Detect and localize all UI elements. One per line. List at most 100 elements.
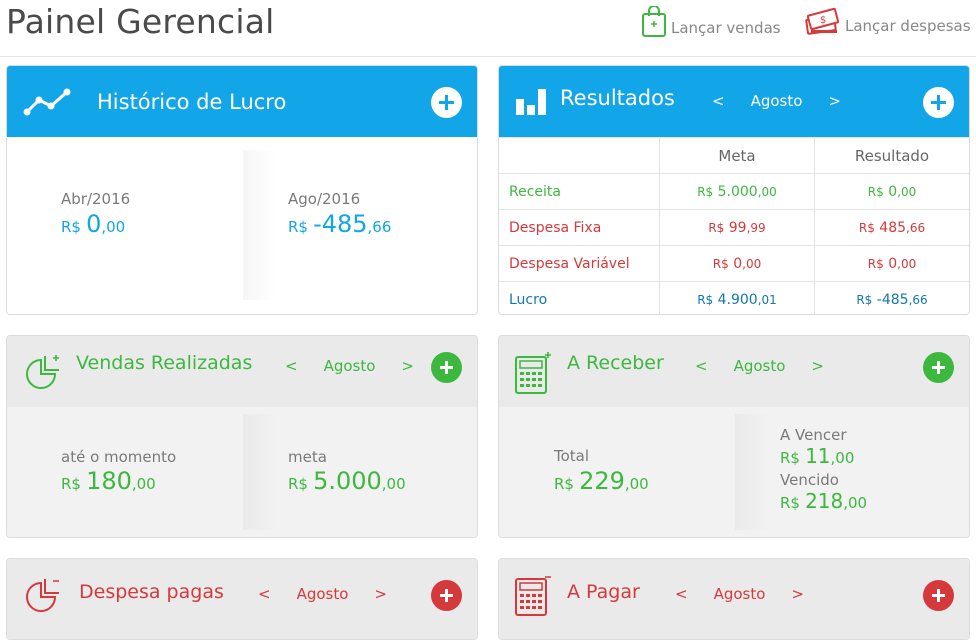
receber-add-button[interactable] (923, 352, 954, 383)
money-cash-icon: $ (803, 6, 841, 36)
vendas-month-nav: < Agosto > (281, 357, 418, 375)
pagar-header: A Pagar < Agosto > (499, 559, 969, 639)
resultado-cell: R$ 0,00 (814, 173, 969, 210)
plus-icon (931, 95, 946, 110)
despesas-pagas-card: Despesa pagas < Agosto > (6, 558, 478, 640)
meta-cell: R$ 99,99 (659, 209, 815, 246)
page-title: Painel Gerencial (6, 2, 275, 41)
resultados-month-nav: < Agosto > (708, 92, 845, 110)
historico-right-value: R$ -485,66 (288, 210, 392, 238)
table-row: Lucro R$ 4.900,01 R$ -485,66 (499, 281, 969, 314)
column-header-resultado: Resultado (814, 137, 969, 174)
plus-icon (932, 589, 945, 602)
historico-lucro-card: Histórico de Lucro Abr/2016 R$ 0,00 Ago/… (6, 65, 478, 315)
column-divider (243, 150, 277, 300)
a-receber-card: A Receber < Agosto > Total R$ 229,00 A V… (498, 335, 970, 538)
column-header-meta: Meta (659, 137, 815, 174)
plus-icon (932, 361, 945, 374)
despesas-add-button[interactable] (431, 580, 462, 611)
resultados-card: Resultados < Agosto > Meta Resultado Rec… (498, 65, 970, 315)
receber-total-value: R$ 229,00 (554, 467, 649, 495)
month-label: Agosto (733, 357, 786, 375)
historico-right-period: Ago/2016 (288, 190, 361, 208)
line-chart-icon (23, 86, 77, 122)
vendas-left-value: R$ 180,00 (61, 467, 156, 495)
receber-title: A Receber (567, 352, 664, 374)
column-divider (243, 414, 277, 530)
receber-total-label: Total (554, 447, 590, 465)
meta-cell: R$ 4.900,01 (659, 281, 815, 314)
receber-vencido-value: R$ 218,00 (780, 489, 868, 513)
row-label: Despesa Variável (499, 245, 660, 282)
despesas-title: Despesa pagas (79, 581, 224, 603)
table-row: Receita R$ 5.000,00 R$ 0,00 (499, 173, 969, 210)
pagar-month-nav: < Agosto > (671, 585, 808, 603)
receber-vencido-label: Vencido (780, 471, 839, 489)
historico-add-button[interactable] (431, 87, 462, 118)
meta-cell: R$ 0,00 (659, 245, 815, 282)
table-row: Despesa Variável R$ 0,00 R$ 0,00 (499, 245, 969, 282)
svg-text:$: $ (820, 15, 826, 26)
prev-month-button[interactable]: < (281, 357, 302, 375)
pagar-add-button[interactable] (923, 580, 954, 611)
vendas-right-label: meta (288, 448, 327, 466)
vendas-add-button[interactable] (431, 352, 462, 383)
prev-month-button[interactable]: < (691, 357, 712, 375)
lancar-vendas-button[interactable]: Lançar vendas (641, 6, 781, 38)
resultados-table: Meta Resultado Receita R$ 5.000,00 R$ 0,… (499, 137, 969, 314)
table-row: Despesa Fixa R$ 99,99 R$ 485,66 (499, 209, 969, 246)
plus-icon (440, 589, 453, 602)
prev-month-button[interactable]: < (708, 92, 729, 110)
resultado-cell: R$ -485,66 (814, 281, 969, 314)
month-label: Agosto (323, 357, 376, 375)
vendas-header: Vendas Realizadas < Agosto > (7, 336, 477, 407)
plus-icon (440, 361, 453, 374)
next-month-button[interactable]: > (824, 92, 845, 110)
meta-cell: R$ 5.000,00 (659, 173, 815, 210)
month-label: Agosto (296, 585, 349, 603)
lancar-vendas-label: Lançar vendas (671, 19, 781, 37)
month-label: Agosto (750, 92, 803, 110)
historico-left-value: R$ 0,00 (61, 210, 126, 238)
prev-month-button[interactable]: < (671, 585, 692, 603)
month-label: Agosto (713, 585, 766, 603)
next-month-button[interactable]: > (807, 357, 828, 375)
despesas-header: Despesa pagas < Agosto > (7, 559, 477, 639)
historico-left-period: Abr/2016 (61, 190, 131, 208)
calculator-icon (514, 351, 552, 399)
receber-vencer-value: R$ 11,00 (780, 444, 855, 468)
prev-month-button[interactable]: < (254, 585, 275, 603)
lancar-despesas-label: Lançar despesas (845, 17, 971, 35)
resultado-cell: R$ 0,00 (814, 245, 969, 282)
a-pagar-card: A Pagar < Agosto > (498, 558, 970, 640)
bar-chart-icon (515, 85, 547, 121)
table-header-row: Meta Resultado (499, 137, 969, 174)
resultados-header: Resultados < Agosto > (499, 66, 969, 137)
column-header (499, 137, 660, 174)
next-month-button[interactable]: > (370, 585, 391, 603)
historico-lucro-header: Histórico de Lucro (7, 66, 477, 137)
shopping-bag-icon (641, 6, 667, 38)
vendas-right-value: R$ 5.000,00 (288, 467, 406, 495)
receber-vencer-label: A Vencer (780, 426, 847, 444)
calculator-icon (514, 573, 552, 621)
vendas-realizadas-card: Vendas Realizadas < Agosto > até o momen… (6, 335, 478, 538)
vendas-left-label: até o momento (61, 448, 177, 466)
row-label: Despesa Fixa (499, 209, 660, 246)
receber-month-nav: < Agosto > (691, 357, 828, 375)
top-bar: Painel Gerencial Lançar vendas $ Lançar … (0, 0, 976, 57)
resultados-title: Resultados (560, 86, 675, 110)
vendas-title: Vendas Realizadas (76, 352, 253, 374)
historico-lucro-title: Histórico de Lucro (97, 90, 287, 114)
row-label: Lucro (499, 281, 660, 314)
despesas-month-nav: < Agosto > (254, 585, 391, 603)
column-divider (735, 414, 769, 530)
next-month-button[interactable]: > (397, 357, 418, 375)
pagar-title: A Pagar (567, 581, 640, 603)
resultado-cell: R$ 485,66 (814, 209, 969, 246)
resultados-add-button[interactable] (923, 87, 954, 118)
receber-header: A Receber < Agosto > (499, 336, 969, 407)
next-month-button[interactable]: > (787, 585, 808, 603)
lancar-despesas-button[interactable]: $ Lançar despesas (803, 6, 971, 36)
plus-icon (439, 95, 454, 110)
